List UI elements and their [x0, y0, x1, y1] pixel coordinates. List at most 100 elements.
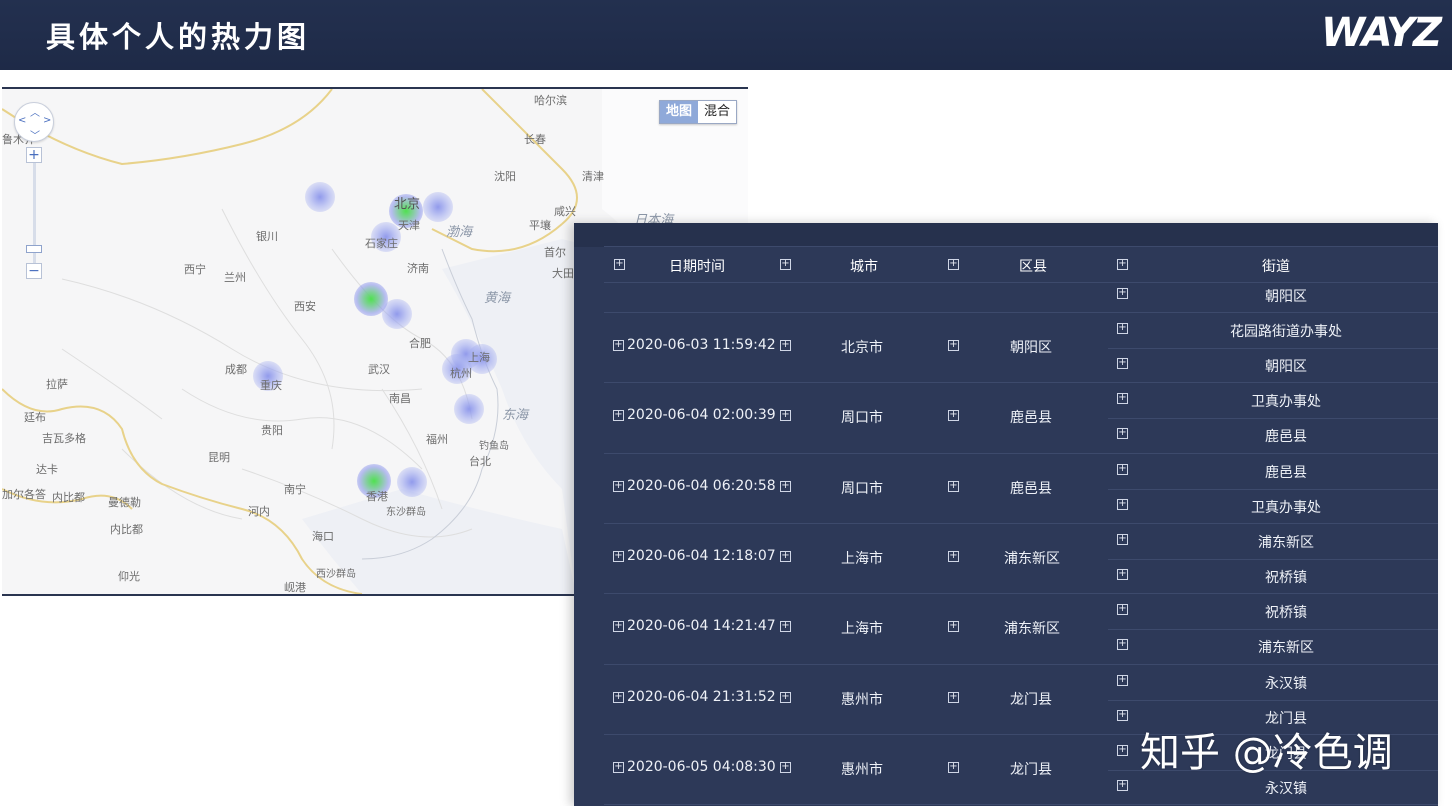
- city-label: 北京: [394, 197, 421, 212]
- expand-icon[interactable]: +: [780, 340, 791, 351]
- city-label: 香港: [366, 490, 388, 503]
- expand-icon[interactable]: +: [780, 480, 791, 492]
- expand-icon[interactable]: +: [1117, 744, 1128, 756]
- expand-icon[interactable]: +: [613, 480, 624, 492]
- datetime-cell: 2020-06-04 14:21:47: [627, 618, 776, 635]
- column-header-city[interactable]: 城市: [850, 256, 878, 276]
- column-header-datetime[interactable]: 日期时间: [669, 256, 725, 276]
- city-cell: 惠州市: [841, 691, 883, 708]
- expand-icon[interactable]: +: [1117, 498, 1128, 510]
- map-mode-button[interactable]: 地图: [660, 101, 699, 123]
- city-label: 台北: [469, 455, 491, 468]
- heat-point: [454, 394, 484, 424]
- expand-icon[interactable]: +: [613, 550, 624, 562]
- city-label: 天津: [398, 219, 420, 232]
- expand-icon[interactable]: +: [613, 621, 624, 633]
- expand-icon[interactable]: +: [613, 340, 624, 351]
- city-label: 咸兴: [554, 205, 576, 218]
- city-cell: 上海市: [841, 621, 883, 638]
- expand-icon[interactable]: +: [1117, 463, 1128, 475]
- zoom-slider-handle[interactable]: [26, 245, 42, 253]
- column-header-district[interactable]: 区县: [1019, 256, 1047, 276]
- city-label: 石家庄: [365, 237, 398, 250]
- pan-left-icon[interactable]: <: [18, 115, 26, 126]
- divider: [604, 382, 1438, 384]
- pan-down-icon[interactable]: ﹀: [30, 127, 40, 142]
- hybrid-mode-button[interactable]: 混合: [698, 101, 737, 123]
- expand-icon[interactable]: +: [780, 621, 791, 633]
- zoom-slider-track[interactable]: [33, 149, 36, 279]
- city-label: 清津: [582, 170, 604, 183]
- expand-icon[interactable]: +: [948, 410, 959, 422]
- city-label: 杭州: [450, 367, 472, 380]
- zoom-out-button[interactable]: −: [26, 263, 42, 279]
- city-label: 加尔各答: [2, 488, 46, 501]
- street-cell: 浦东新区: [1258, 534, 1314, 551]
- expand-icon[interactable]: +: [1117, 709, 1128, 721]
- expand-icon[interactable]: +: [1117, 674, 1128, 686]
- expand-icon[interactable]: +: [780, 259, 791, 270]
- city-label: 昆明: [208, 451, 230, 464]
- street-cell: 浦东新区: [1258, 640, 1314, 657]
- pan-up-icon[interactable]: ︿: [30, 104, 40, 119]
- expand-icon[interactable]: +: [780, 550, 791, 562]
- expand-icon[interactable]: +: [948, 691, 959, 703]
- records-table: + 日期时间 + 城市 + 区县 + 街道 + 朝阳区 +2020-06-03 …: [574, 223, 1438, 806]
- district-cell: 朝阳区: [1010, 340, 1052, 356]
- column-header-street[interactable]: 街道: [1262, 256, 1290, 276]
- expand-icon[interactable]: +: [1117, 323, 1128, 334]
- expand-icon[interactable]: +: [1117, 428, 1128, 440]
- expand-icon[interactable]: +: [780, 761, 791, 773]
- datetime-cell: 2020-06-04 21:31:52: [627, 688, 776, 705]
- divider: [1108, 348, 1438, 349]
- expand-icon[interactable]: +: [613, 691, 624, 703]
- heat-point: [305, 182, 335, 212]
- street-cell: 朝阳区: [1265, 359, 1307, 375]
- expand-icon[interactable]: +: [1117, 568, 1128, 580]
- expand-icon[interactable]: +: [613, 410, 624, 422]
- expand-icon[interactable]: +: [1117, 533, 1128, 545]
- expand-icon[interactable]: +: [948, 480, 959, 492]
- map-type-toggle[interactable]: 地图 混合: [659, 100, 738, 124]
- expand-icon[interactable]: +: [613, 761, 624, 773]
- table-top-bar: [574, 223, 1438, 247]
- expand-icon[interactable]: +: [948, 761, 959, 773]
- expand-icon[interactable]: +: [780, 691, 791, 703]
- heat-point: [382, 299, 412, 329]
- expand-icon[interactable]: +: [948, 550, 959, 562]
- expand-icon[interactable]: +: [614, 259, 625, 270]
- city-label: 西沙群岛: [316, 569, 356, 580]
- city-label: 福州: [426, 433, 448, 446]
- expand-icon[interactable]: +: [1117, 393, 1128, 405]
- divider: [604, 282, 1438, 283]
- expand-icon[interactable]: +: [1117, 358, 1128, 369]
- expand-icon[interactable]: +: [1117, 288, 1128, 299]
- city-label: 拉萨: [46, 378, 68, 391]
- expand-icon[interactable]: +: [1117, 779, 1128, 791]
- expand-icon[interactable]: +: [780, 410, 791, 422]
- divider: [604, 804, 1438, 806]
- city-label: 上海: [468, 351, 490, 364]
- city-label: 曼德勒: [108, 496, 141, 509]
- expand-icon[interactable]: +: [1117, 639, 1128, 651]
- city-label: 南昌: [389, 392, 411, 405]
- zoom-in-button[interactable]: +: [26, 147, 42, 163]
- city-label: 平壤: [529, 219, 551, 232]
- pan-right-icon[interactable]: >: [43, 115, 51, 126]
- street-cell: 花园路街道办事处: [1230, 324, 1342, 340]
- sea-label: 渤海: [446, 225, 473, 240]
- divider: [604, 522, 1438, 524]
- pan-control[interactable]: ︿ ﹀ < >: [14, 102, 54, 142]
- city-label: 东沙群岛: [386, 507, 426, 518]
- expand-icon[interactable]: +: [948, 340, 959, 351]
- expand-icon[interactable]: +: [948, 259, 959, 270]
- expand-icon[interactable]: +: [1117, 604, 1128, 616]
- city-label: 钓鱼岛: [479, 441, 509, 452]
- divider: [604, 312, 1438, 313]
- zhihu-watermark: 知乎 @冷色调: [1140, 730, 1393, 776]
- expand-icon[interactable]: +: [1117, 259, 1128, 270]
- expand-icon[interactable]: +: [948, 621, 959, 633]
- city-cell: 上海市: [841, 550, 883, 567]
- city-label: 岘港: [284, 581, 306, 594]
- city-label: 首尔: [544, 246, 566, 259]
